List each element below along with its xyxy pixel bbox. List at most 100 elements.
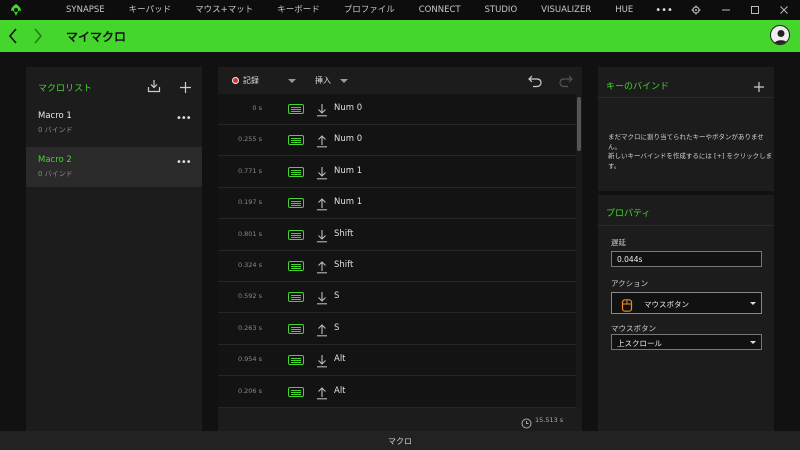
mouse-button-label: マウスボタン — [611, 324, 656, 333]
key-up-arrow-icon — [316, 196, 328, 211]
redo-icon[interactable] — [558, 73, 574, 88]
macro-list-title: マクロリスト — [38, 84, 93, 94]
properties-panel: プロパティ 遅延 0.044s アクション マウスボタン マウスボタン 上スクロ… — [598, 195, 774, 431]
mouse-icon — [621, 297, 633, 312]
divider — [598, 97, 774, 98]
key-up-arrow-icon — [316, 322, 328, 337]
keyboard-icon — [288, 104, 304, 114]
macro-event-row[interactable]: 0.197 s Num 1 — [218, 188, 576, 220]
key-up-arrow-icon — [316, 259, 328, 274]
insert-button[interactable]: 挿入 — [315, 75, 331, 86]
event-key: Alt — [334, 354, 346, 365]
maximize-window-icon[interactable] — [741, 0, 769, 20]
nav-item[interactable]: VISUALIZER — [529, 0, 603, 20]
add-key-bind-icon[interactable] — [753, 78, 765, 92]
keyboard-icon — [288, 166, 304, 177]
nav-item[interactable]: キーパッド — [117, 0, 183, 20]
nav-item[interactable]: CONNECT — [407, 0, 473, 20]
close-window-icon[interactable] — [770, 0, 798, 20]
key-bind-title: キーのバインド — [606, 82, 670, 92]
macro-list-item[interactable]: Macro 2 0 バインド ••• — [26, 147, 202, 187]
nav-item[interactable]: キーボード — [265, 0, 332, 20]
keyboard-icon — [288, 386, 304, 397]
event-delay: 0.801 s — [237, 229, 262, 238]
macro-name: Macro 2 — [38, 155, 72, 165]
back-arrow-icon[interactable] — [6, 26, 22, 46]
macro-event-row[interactable]: 0 s Num 0 — [218, 94, 576, 125]
macro-list-item[interactable]: Macro 1 0 バインド ••• — [26, 103, 202, 143]
page-header-bar: マイマクロ — [0, 20, 800, 52]
event-key: S — [334, 322, 340, 333]
divider — [598, 225, 774, 226]
keyboard-icon — [288, 261, 304, 271]
macro-name: Macro 1 — [38, 111, 72, 121]
import-macro-icon[interactable] — [147, 78, 161, 93]
event-delay: 0.324 s — [237, 261, 262, 269]
bottom-tab-macro[interactable]: マクロ — [0, 436, 800, 447]
minimize-window-icon[interactable] — [712, 0, 740, 20]
nav-item[interactable]: プロファイル — [332, 0, 407, 20]
macro-event-list: 0 s Num 0 0.255 s Num 0 0.771 s Num 1 0.197 s N… — [218, 94, 582, 408]
total-time: 15.513 s — [535, 416, 564, 424]
top-nav-bar: SYNAPSE キーパッド マウス+マット キーボード プロファイル CONNECT STU… — [0, 0, 800, 20]
key-down-arrow-icon — [316, 102, 328, 117]
action-select[interactable]: マウスボタン — [611, 292, 762, 314]
macro-event-row[interactable]: 0.206 s Alt — [218, 377, 576, 408]
event-key: Alt — [334, 385, 346, 396]
event-list-scrollbar-thumb[interactable] — [577, 97, 581, 151]
macro-bind-count: 0 バインド — [38, 126, 73, 134]
forward-arrow-icon[interactable] — [30, 26, 46, 46]
nav-item[interactable]: STUDIO — [473, 0, 530, 20]
action-label: アクション — [611, 279, 649, 288]
macro-event-row[interactable]: 0.592 s S — [218, 282, 576, 314]
record-button[interactable]: 記録 — [243, 75, 259, 86]
delay-input[interactable]: 0.044s — [611, 251, 762, 267]
macro-options-icon[interactable]: ••• — [176, 157, 192, 168]
event-delay: 0.592 s — [237, 292, 262, 301]
macro-list-header: マクロリスト — [26, 67, 202, 103]
macro-editor-panel: 記録 挿入 0 s Num 0 0.255 s Num 0 0.771 s Num 1 0.… — [218, 67, 582, 432]
nav-item[interactable]: SYNAPSE — [54, 0, 117, 20]
undo-icon[interactable] — [527, 73, 543, 88]
event-delay: 0.255 s — [237, 135, 262, 144]
keyboard-icon — [288, 323, 304, 334]
nav-item[interactable]: HUE — [603, 0, 645, 20]
key-down-arrow-icon — [316, 353, 328, 368]
key-bind-panel: キーのバインド まだマクロに割り当てられたキーやボタンがありません。 新しいキー… — [598, 67, 774, 191]
macro-event-row[interactable]: 0.771 s Num 1 — [218, 157, 576, 188]
macro-options-icon[interactable]: ••• — [176, 113, 192, 124]
user-avatar-icon[interactable] — [770, 25, 790, 45]
macro-event-row[interactable]: 0.954 s Alt — [218, 345, 576, 377]
razer-logo-icon[interactable] — [0, 0, 32, 20]
add-macro-icon[interactable] — [179, 79, 192, 93]
event-delay: 0 s — [252, 104, 262, 112]
macro-event-row[interactable]: 0.801 s Shift — [218, 220, 576, 251]
delay-value: 0.044s — [617, 255, 643, 264]
properties-title: プロパティ — [606, 209, 651, 219]
mouse-button-select[interactable]: 上スクロール — [611, 334, 762, 350]
insert-dropdown-caret-icon[interactable] — [340, 79, 348, 83]
settings-gear-icon[interactable] — [682, 0, 710, 20]
event-delay: 0.263 s — [237, 323, 262, 332]
event-delay: 0.954 s — [237, 355, 262, 364]
macro-event-row[interactable]: 0.324 s Shift — [218, 251, 576, 282]
keyboard-icon — [288, 355, 304, 366]
event-key: Num 1 — [334, 197, 363, 208]
event-delay: 0.197 s — [237, 198, 262, 207]
record-dot-icon[interactable] — [232, 77, 239, 84]
mouse-button-dropdown-caret-icon — [750, 341, 756, 344]
event-delay: 0.771 s — [237, 166, 262, 175]
event-delay: 0.206 s — [237, 386, 262, 395]
nav-more-button[interactable]: ••• — [645, 5, 683, 16]
mouse-button-value: 上スクロール — [617, 339, 662, 348]
key-down-arrow-icon — [316, 165, 328, 180]
record-dropdown-caret-icon[interactable] — [288, 79, 296, 83]
macro-event-row[interactable]: 0.255 s Num 0 — [218, 125, 576, 157]
page-title: マイマクロ — [66, 30, 127, 44]
key-up-arrow-icon — [316, 133, 328, 148]
event-key: Num 0 — [334, 103, 363, 113]
macro-event-row[interactable]: 0.263 s S — [218, 314, 576, 345]
key-down-arrow-icon — [316, 290, 328, 305]
nav-item[interactable]: マウス+マット — [183, 0, 265, 20]
macro-list-panel: マクロリスト Macro 1 0 バインド ••• Macro 2 0 バインド ••• — [26, 67, 202, 431]
